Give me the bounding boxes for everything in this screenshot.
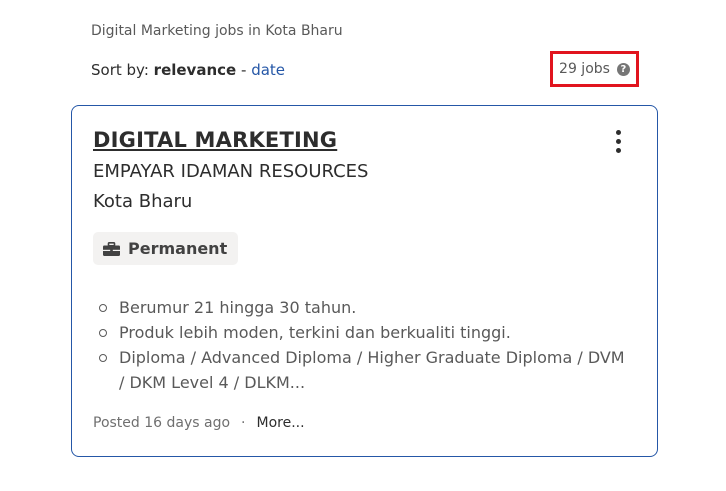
question-circle-icon[interactable]: ? — [616, 62, 630, 76]
company-name: EMPAYAR IDAMAN RESOURCES — [93, 161, 369, 182]
job-count-highlight: 29 jobs ? — [550, 51, 639, 87]
job-card[interactable]: DIGITAL MARKETING EMPAYAR IDAMAN RESOURC… — [71, 105, 658, 457]
kebab-menu-icon[interactable] — [610, 130, 626, 158]
footer-separator: · — [241, 415, 246, 431]
job-title-link[interactable]: DIGITAL MARKETING — [93, 128, 337, 152]
job-snippet-list: Berumur 21 hingga 30 tahun. Produk lebih… — [93, 295, 633, 395]
sort-controls: Sort by: relevance - date — [91, 61, 285, 79]
job-type-label: Permanent — [128, 239, 228, 258]
list-item: Diploma / Advanced Diploma / Higher Grad… — [93, 345, 633, 395]
briefcase-icon — [103, 241, 120, 256]
more-link[interactable]: More... — [257, 415, 305, 431]
sort-option-date-link[interactable]: date — [251, 61, 285, 79]
job-type-tag: Permanent — [93, 232, 239, 265]
list-item: Produk lebih moden, terkini dan berkuali… — [93, 320, 633, 345]
job-card-footer: Posted 16 days ago · More... — [93, 415, 305, 431]
sort-prefix-label: Sort by: — [91, 61, 149, 79]
sort-separator: - — [240, 61, 247, 79]
job-count: 29 jobs — [559, 61, 610, 77]
search-breadcrumb: Digital Marketing jobs in Kota Bharu — [91, 23, 343, 39]
sort-option-relevance: relevance — [153, 61, 237, 79]
job-location: Kota Bharu — [93, 191, 193, 212]
list-item: Berumur 21 hingga 30 tahun. — [93, 295, 633, 320]
posted-date: Posted 16 days ago — [93, 415, 231, 431]
